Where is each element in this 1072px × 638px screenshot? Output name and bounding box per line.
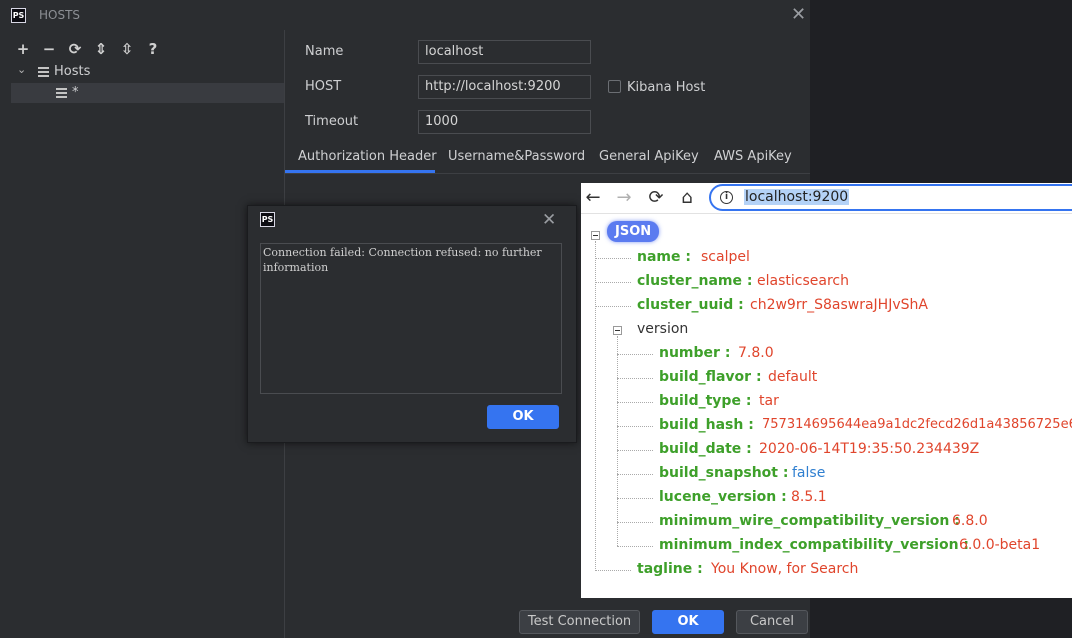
tree-item-hosts[interactable]: ⌄ Hosts xyxy=(0,62,285,82)
forward-arrow-icon[interactable]: → xyxy=(613,187,635,209)
help-icon[interactable]: ? xyxy=(144,40,162,58)
json-value: ch2w9rr_S8aswraJHJvShA xyxy=(750,297,928,313)
timeout-label: Timeout xyxy=(305,114,359,129)
dialog-ok-button[interactable]: OK xyxy=(487,405,559,429)
error-dialog: PS ✕ Connection failed: Connection refus… xyxy=(247,205,577,443)
json-value: default xyxy=(768,369,818,385)
json-value: 2020-06-14T19:35:50.234439Z xyxy=(759,441,980,457)
host-field[interactable]: http://localhost:9200 xyxy=(418,75,591,99)
name-field[interactable]: localhost xyxy=(418,40,591,64)
reload-icon[interactable]: ⟳ xyxy=(645,187,667,209)
json-value: 7.8.0 xyxy=(738,345,774,361)
json-value: You Know, for Search xyxy=(711,561,859,577)
close-icon[interactable]: ✕ xyxy=(542,211,556,229)
json-key: build_snapshot : xyxy=(659,465,789,481)
tree-item-host[interactable]: * xyxy=(11,83,285,103)
json-value: 6.8.0 xyxy=(952,513,988,529)
plus-icon[interactable]: + xyxy=(14,40,32,58)
expand-all-icon[interactable]: ⇕ xyxy=(92,40,110,58)
host-label: HOST xyxy=(305,79,342,94)
tree-guide-line xyxy=(595,241,596,571)
tree-item-label: Hosts xyxy=(54,64,91,79)
json-value: 757314695644ea9a1dc2fecd26d1a43856725e65 xyxy=(762,417,1072,432)
phpstorm-logo: PS xyxy=(260,212,275,227)
address-bar: ← → ⟳ ⌂ i localhost:9200 xyxy=(581,183,1072,214)
json-value: 6.0.0-beta1 xyxy=(959,537,1041,553)
tab-username-password[interactable]: Username&Password xyxy=(448,149,585,164)
kibana-host-label: Kibana Host xyxy=(627,80,706,95)
json-value: tar xyxy=(759,393,779,409)
test-connection-button[interactable]: Test Connection xyxy=(519,610,640,634)
close-icon[interactable]: ✕ xyxy=(791,6,806,24)
json-value: elasticsearch xyxy=(757,273,849,289)
name-label: Name xyxy=(305,44,344,59)
url-text[interactable]: localhost:9200 xyxy=(744,189,850,205)
home-icon[interactable]: ⌂ xyxy=(676,187,698,209)
json-value: scalpel xyxy=(701,249,750,265)
collapse-root-icon[interactable] xyxy=(591,231,600,240)
json-key: minimum_wire_compatibility_version : xyxy=(659,513,960,529)
json-key: minimum_index_compatibility_version : xyxy=(659,537,970,553)
tab-aws-apikey[interactable]: AWS ApiKey xyxy=(714,149,792,164)
json-key: cluster_name : xyxy=(637,273,753,289)
ok-button[interactable]: OK xyxy=(652,610,724,634)
window-title: HOSTS xyxy=(39,8,81,22)
collapse-version-icon[interactable] xyxy=(613,326,622,335)
kibana-host-checkbox[interactable] xyxy=(608,80,621,93)
tree-guide-line xyxy=(617,336,618,546)
json-key: tagline : xyxy=(637,561,703,577)
url-input[interactable]: i localhost:9200 xyxy=(709,184,1072,211)
phpstorm-logo: PS xyxy=(11,8,26,23)
tab-general-apikey[interactable]: General ApiKey xyxy=(599,149,699,164)
json-key: build_flavor : xyxy=(659,369,762,385)
json-object-key: version xyxy=(637,321,689,337)
timeout-field[interactable]: 1000 xyxy=(418,110,591,134)
chevron-down-icon[interactable]: ⌄ xyxy=(17,63,26,76)
json-key: build_date : xyxy=(659,441,752,457)
info-icon[interactable]: i xyxy=(720,191,733,204)
tree-item-label: * xyxy=(72,85,79,100)
back-arrow-icon[interactable]: ← xyxy=(582,187,604,209)
collapse-all-icon[interactable]: ⇳ xyxy=(118,40,136,58)
json-key: build_hash : xyxy=(659,417,754,433)
database-icon xyxy=(38,67,49,77)
json-root-badge[interactable]: JSON xyxy=(607,221,660,242)
error-message: Connection failed: Connection refused: n… xyxy=(260,243,562,394)
json-value: false xyxy=(792,465,826,481)
cancel-button[interactable]: Cancel xyxy=(736,610,808,634)
json-key: number : xyxy=(659,345,731,361)
refresh-icon[interactable]: ⟳ xyxy=(66,40,84,58)
database-icon xyxy=(56,88,67,98)
json-key: cluster_uuid : xyxy=(637,297,744,313)
browser-window: ← → ⟳ ⌂ i localhost:9200 JSON name : sca… xyxy=(581,183,1072,598)
json-key: name : xyxy=(637,249,691,265)
json-key: build_type : xyxy=(659,393,752,409)
json-key: lucene_version : xyxy=(659,489,787,505)
tab-authorization-header[interactable]: Authorization Header xyxy=(298,149,437,164)
minus-icon[interactable]: − xyxy=(40,40,58,58)
json-value: 8.5.1 xyxy=(791,489,827,505)
title-bar: PS HOSTS ✕ xyxy=(0,0,810,30)
tabs-divider xyxy=(285,173,810,174)
